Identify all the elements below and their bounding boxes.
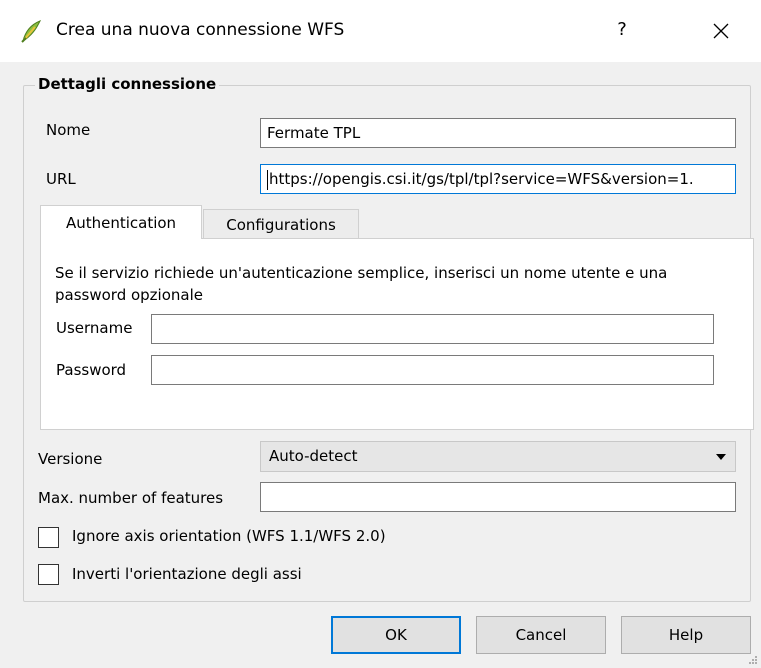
window-title: Crea una nuova connessione WFS xyxy=(56,20,345,40)
version-select-value: Auto-detect xyxy=(269,447,358,465)
username-input[interactable] xyxy=(151,314,714,344)
max-features-input[interactable] xyxy=(260,482,736,512)
version-select[interactable]: Auto-detect xyxy=(260,441,736,472)
resize-grip-icon[interactable] xyxy=(748,655,758,665)
name-input[interactable]: Fermate TPL xyxy=(260,118,736,148)
url-input-value: https://opengis.csi.it/gs/tpl/tpl?servic… xyxy=(269,170,694,188)
max-features-label: Max. number of features xyxy=(38,489,224,507)
name-label: Nome xyxy=(46,121,91,139)
text-caret xyxy=(267,169,268,190)
ok-button[interactable]: OK xyxy=(331,616,461,654)
url-label: URL xyxy=(46,170,76,188)
auth-info-text: Se il servizio richiede un'autenticazion… xyxy=(55,264,668,304)
help-button[interactable]: Help xyxy=(621,616,751,654)
password-label: Password xyxy=(56,361,127,379)
title-bar: Crea una nuova connessione WFS ? xyxy=(0,0,761,62)
chevron-down-icon xyxy=(716,454,726,460)
cancel-button[interactable]: Cancel xyxy=(476,616,606,654)
ignore-axis-checkbox[interactable] xyxy=(38,527,59,548)
tab-configurations[interactable]: Configurations xyxy=(203,209,359,239)
password-input[interactable] xyxy=(151,355,714,385)
version-label: Versione xyxy=(38,450,103,468)
invert-axis-label[interactable]: Inverti l'orientazione degli assi xyxy=(72,565,302,583)
invert-axis-checkbox[interactable] xyxy=(38,564,59,585)
url-input[interactable]: https://opengis.csi.it/gs/tpl/tpl?servic… xyxy=(260,164,736,194)
context-help-button[interactable]: ? xyxy=(610,16,634,44)
username-label: Username xyxy=(56,319,133,337)
ignore-axis-label[interactable]: Ignore axis orientation (WFS 1.1/WFS 2.0… xyxy=(72,527,386,545)
close-icon[interactable] xyxy=(706,16,736,46)
group-title: Dettagli connessione xyxy=(35,75,220,93)
tab-authentication[interactable]: Authentication xyxy=(40,205,202,239)
qgis-icon xyxy=(21,20,42,43)
